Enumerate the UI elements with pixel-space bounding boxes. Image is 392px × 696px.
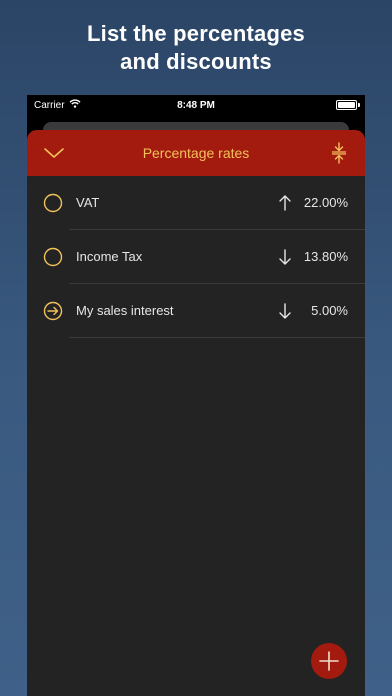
circle-icon[interactable]: [43, 193, 63, 213]
rate-row-income-tax[interactable]: Income Tax 13.80%: [27, 230, 365, 284]
circle-icon[interactable]: [43, 247, 63, 267]
rate-value: 22.00%: [303, 195, 348, 210]
rate-name: My sales interest: [76, 303, 174, 318]
arrow-down-icon: [279, 248, 291, 266]
rate-row-my-sales-interest[interactable]: My sales interest 5.00%: [27, 284, 365, 338]
arrow-up-icon: [279, 194, 291, 212]
plus-icon: [319, 651, 339, 671]
row-divider: [69, 337, 365, 338]
add-rate-button[interactable]: [311, 643, 347, 679]
rate-name: VAT: [76, 195, 100, 210]
battery-icon: [336, 100, 357, 110]
rate-name: Income Tax: [76, 249, 143, 264]
navbar-title: Percentage rates: [142, 145, 250, 161]
arrow-right-circle-icon[interactable]: [43, 301, 63, 321]
compress-vertical-icon[interactable]: [331, 142, 347, 164]
rate-value: 13.80%: [303, 249, 348, 264]
arrow-down-icon: [279, 302, 291, 320]
rates-sheet: Percentage rates VAT 22.00% Income Tax 1…: [27, 130, 365, 696]
status-bar: Carrier 8:48 PM: [27, 95, 365, 115]
rate-value: 5.00%: [311, 303, 348, 318]
status-time: 8:48 PM: [177, 100, 215, 111]
headline-line-2: and discounts: [120, 49, 272, 74]
headline-line-1: List the percentages: [87, 21, 305, 46]
battery-tip: [358, 103, 360, 107]
rate-row-vat[interactable]: VAT 22.00%: [27, 176, 365, 230]
headline: List the percentages and discounts: [0, 20, 392, 76]
navbar: Percentage rates: [27, 130, 365, 176]
phone-screen: Carrier 8:48 PM Percentage rates VAT 22.…: [27, 95, 365, 696]
